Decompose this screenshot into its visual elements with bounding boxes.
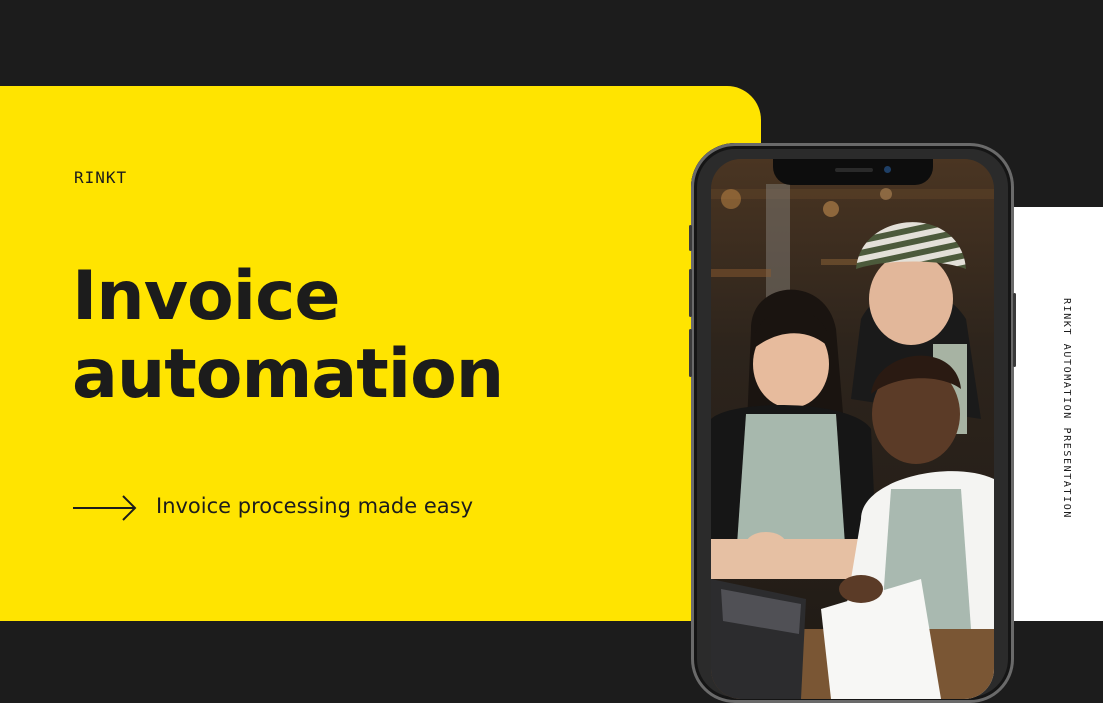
- tagline: Invoice processing made easy: [156, 494, 474, 518]
- arrow-right-icon: [73, 495, 137, 521]
- slide-title: Invoice automation: [72, 257, 504, 414]
- phone-screen: [711, 159, 994, 699]
- phone-camera-icon: [884, 166, 891, 173]
- phone-volume-down-button: [689, 329, 692, 377]
- title-line-2: automation: [72, 335, 504, 414]
- brand-label: RINKT: [74, 168, 128, 187]
- top-dark-band: [0, 0, 1103, 86]
- phone-speaker: [835, 168, 873, 172]
- phone-volume-up-button: [689, 269, 692, 317]
- phone-mockup: [689, 143, 1016, 703]
- title-line-1: Invoice: [72, 257, 340, 336]
- phone-power-button: [1013, 293, 1016, 367]
- phone-side-button: [689, 225, 692, 251]
- phone-notch: [773, 159, 933, 185]
- vertical-caption: RINKT AUTOMATION PRESENTATION: [1061, 298, 1072, 519]
- photo-people-laptop: [711, 159, 994, 699]
